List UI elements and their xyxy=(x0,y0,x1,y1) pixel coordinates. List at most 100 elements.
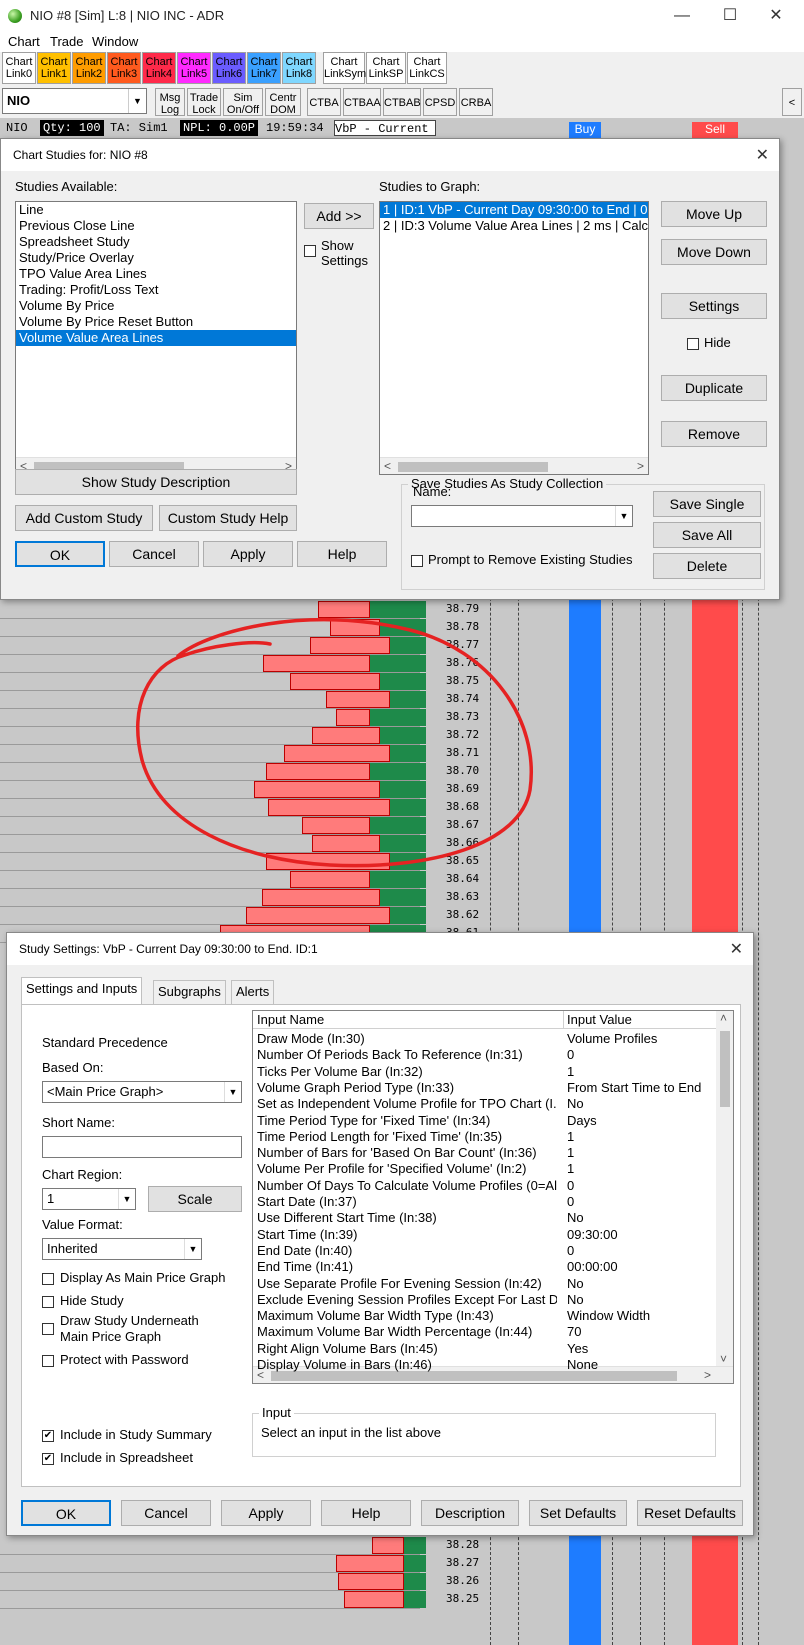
study-available-item[interactable]: Study/Price Overlay xyxy=(16,250,296,266)
chevron-down-icon[interactable]: ▼ xyxy=(224,1082,241,1102)
toolbar-button-0[interactable]: Msg Log xyxy=(155,88,185,116)
input-row[interactable]: Draw Mode (In:30) Volume Profiles xyxy=(253,1031,718,1047)
chart-link-button-9[interactable]: Chart LinkSym xyxy=(323,52,366,84)
reset-defaults-button[interactable]: Reset Defaults xyxy=(637,1500,743,1526)
save-single-button[interactable]: Save Single xyxy=(653,491,761,517)
menu-chart[interactable]: Chart xyxy=(8,34,40,49)
prompt-remove-checkbox[interactable] xyxy=(411,555,423,567)
remove-button[interactable]: Remove xyxy=(661,421,767,447)
input-row[interactable]: Maximum Volume Bar Width Percentage (In:… xyxy=(253,1324,718,1340)
input-row[interactable]: Number Of Days To Calculate Volume Profi… xyxy=(253,1178,718,1194)
add-custom-study-button[interactable]: Add Custom Study xyxy=(15,505,153,531)
input-row[interactable]: Display Volume in Bars (In:46) None xyxy=(253,1357,718,1373)
input-value[interactable]: 70 xyxy=(567,1324,707,1340)
chart-link-button-11[interactable]: Chart LinkCS xyxy=(407,52,447,84)
input-row[interactable]: Maximum Volume Bar Width Type (In:43) Win… xyxy=(253,1308,718,1324)
scroll-left-icon[interactable]: < xyxy=(384,459,391,473)
input-value[interactable]: Days xyxy=(567,1113,707,1129)
study-available-item[interactable]: Volume Value Area Lines xyxy=(16,330,296,346)
toolbar-button-7[interactable]: CPSD xyxy=(423,88,457,116)
apply-button[interactable]: Apply xyxy=(203,541,293,567)
chevron-down-icon[interactable]: ▼ xyxy=(615,506,632,526)
help-button[interactable]: Help xyxy=(297,541,387,567)
ok-button[interactable]: OK xyxy=(21,1500,111,1526)
chevron-down-icon[interactable]: ▼ xyxy=(118,1189,135,1209)
menu-window[interactable]: Window xyxy=(92,34,138,49)
study-available-item[interactable]: Spreadsheet Study xyxy=(16,234,296,250)
chevron-down-icon[interactable]: ▼ xyxy=(128,89,146,113)
tab-alerts[interactable]: Alerts xyxy=(231,980,275,1004)
duplicate-button[interactable]: Duplicate xyxy=(661,375,767,401)
chart-link-button-4[interactable]: Chart Link4 xyxy=(142,52,176,84)
collection-name-combo[interactable]: ▼ xyxy=(411,505,633,527)
input-value[interactable]: Yes xyxy=(567,1341,707,1357)
short-name-input[interactable] xyxy=(42,1136,242,1158)
close-icon[interactable]: ✕ xyxy=(730,939,743,959)
input-row[interactable]: End Date (In:40) 0 xyxy=(253,1243,718,1259)
close-window-button[interactable]: ✕ xyxy=(756,4,796,28)
input-value[interactable]: 0 xyxy=(567,1194,707,1210)
move-down-button[interactable]: Move Down xyxy=(661,239,767,265)
chart-link-button-10[interactable]: Chart LinkSP xyxy=(366,52,406,84)
input-row[interactable]: Start Time (In:39) 09:30:00 xyxy=(253,1227,718,1243)
study-available-item[interactable]: TPO Value Area Lines xyxy=(16,266,296,282)
delete-button[interactable]: Delete xyxy=(653,553,761,579)
input-value[interactable]: 09:30:00 xyxy=(567,1227,707,1243)
set-defaults-button[interactable]: Set Defaults xyxy=(529,1500,627,1526)
close-icon[interactable]: ✕ xyxy=(756,145,769,165)
input-row[interactable]: Set as Independent Volume Profile for TP… xyxy=(253,1096,718,1112)
symbol-combo[interactable]: NIO ▼ xyxy=(2,88,147,114)
vertical-scrollbar[interactable]: ˄ ˅ xyxy=(716,1011,733,1366)
draw-underneath-checkbox[interactable] xyxy=(42,1323,54,1335)
studies-available-list[interactable]: Line Previous Close Line Spreadsheet Study… xyxy=(15,201,297,475)
input-row[interactable]: Number of Bars for 'Based On Bar Count' … xyxy=(253,1145,718,1161)
input-value[interactable]: From Start Time to End xyxy=(567,1080,707,1096)
tab-subgraphs[interactable]: Subgraphs xyxy=(153,980,226,1004)
input-value[interactable]: 1 xyxy=(567,1064,707,1080)
input-row[interactable]: Time Period Length for 'Fixed Time' (In:… xyxy=(253,1129,718,1145)
ok-button[interactable]: OK xyxy=(15,541,105,567)
help-button[interactable]: Help xyxy=(321,1500,411,1526)
cancel-button[interactable]: Cancel xyxy=(109,541,199,567)
scroll-right-icon[interactable]: > xyxy=(637,459,644,473)
study-available-item[interactable]: Line xyxy=(16,202,296,218)
include-spreadsheet-checkbox[interactable]: ✔ xyxy=(42,1453,54,1465)
cancel-button[interactable]: Cancel xyxy=(121,1500,211,1526)
study-available-item[interactable]: Previous Close Line xyxy=(16,218,296,234)
input-value[interactable]: 0 xyxy=(567,1047,707,1063)
scroll-up-icon[interactable]: ˄ xyxy=(720,1011,727,1025)
protect-checkbox[interactable] xyxy=(42,1355,54,1367)
input-row[interactable]: Use Separate Profile For Evening Session… xyxy=(253,1276,718,1292)
chart-link-button-2[interactable]: Chart Link2 xyxy=(72,52,106,84)
custom-study-help-button[interactable]: Custom Study Help xyxy=(159,505,297,531)
input-value[interactable]: No xyxy=(567,1276,707,1292)
input-row[interactable]: End Time (In:41) 00:00:00 xyxy=(253,1259,718,1275)
chart-region-combo[interactable]: 1 ▼ xyxy=(42,1188,136,1210)
input-value[interactable]: 1 xyxy=(567,1161,707,1177)
input-value[interactable]: Volume Profiles xyxy=(567,1031,707,1047)
input-value[interactable]: 0 xyxy=(567,1243,707,1259)
input-value[interactable]: Window Width xyxy=(567,1308,707,1324)
input-row[interactable]: Right Align Volume Bars (In:45) Yes xyxy=(253,1341,718,1357)
scroll-down-icon[interactable]: ˅ xyxy=(720,1352,727,1366)
input-value[interactable]: No xyxy=(567,1096,707,1112)
input-value[interactable]: None xyxy=(567,1357,707,1373)
toolbar-button-6[interactable]: CTBAB xyxy=(383,88,421,116)
horizontal-scrollbar[interactable]: < > xyxy=(380,457,648,474)
minimize-button[interactable]: — xyxy=(662,4,702,28)
description-button[interactable]: Description xyxy=(421,1500,519,1526)
input-row[interactable]: Volume Graph Period Type (In:33) From Sta… xyxy=(253,1080,718,1096)
input-row[interactable]: Start Date (In:37) 0 xyxy=(253,1194,718,1210)
chart-link-button-5[interactable]: Chart Link5 xyxy=(177,52,211,84)
maximize-button[interactable]: ☐ xyxy=(710,4,750,28)
input-row[interactable]: Volume Per Profile for 'Specified Volume… xyxy=(253,1161,718,1177)
study-available-item[interactable]: Volume By Price Reset Button xyxy=(16,314,296,330)
study-to-graph-item[interactable]: 2 | ID:3 Volume Value Area Lines | 2 ms … xyxy=(380,218,648,234)
add-study-button[interactable]: Add >> xyxy=(304,203,374,229)
toolbar-button-1[interactable]: Trade Lock xyxy=(187,88,221,116)
inputs-grid[interactable]: Input Name Input Value ˄ ˅ < > Draw Mode… xyxy=(252,1010,734,1384)
toolbar-button-2[interactable]: Sim On/Off xyxy=(223,88,263,116)
toolbar-button-8[interactable]: CRBA xyxy=(459,88,493,116)
show-study-description-button[interactable]: Show Study Description xyxy=(15,469,297,495)
scale-button[interactable]: Scale xyxy=(148,1186,242,1212)
